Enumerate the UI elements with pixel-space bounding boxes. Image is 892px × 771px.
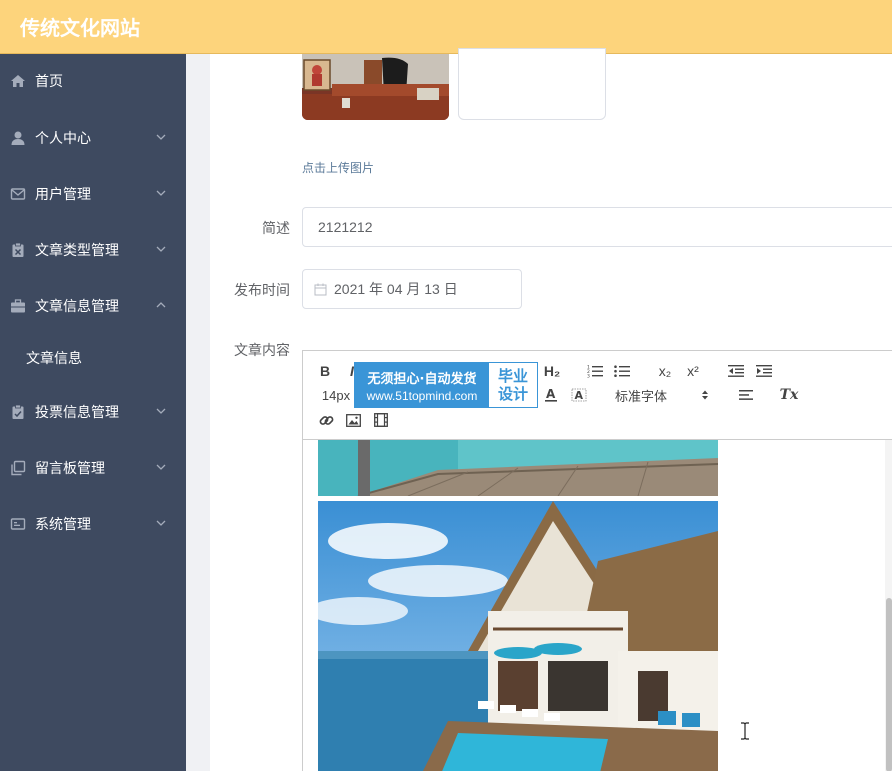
id-card-icon [10,516,26,532]
chevron-down-icon [156,518,166,528]
sidebar-item-message-board-management[interactable]: 留言板管理 [0,448,186,488]
sidebar-item-label: 首页 [35,71,63,91]
clear-format-button[interactable]: Tx [779,386,799,404]
summary-input-value: 2121212 [318,219,373,235]
clipboard-check-icon [10,404,26,420]
subscript-button[interactable]: x₂ [655,362,675,380]
chevron-down-icon [156,132,166,142]
upload-placeholder-box[interactable] [458,48,606,120]
align-icon[interactable] [737,386,755,404]
summary-input[interactable]: 2121212 [302,207,892,247]
content-image-pier [318,440,718,496]
font-color-icon[interactable]: A [543,386,559,404]
select-arrows-icon [701,389,709,401]
sidebar-item-label: 文章信息管理 [35,296,119,316]
sidebar-item-user-management[interactable]: 用户管理 [0,174,186,214]
briefcase-icon [10,298,26,314]
publish-time-date-picker[interactable]: 2021 年 04 月 13 日 [302,269,522,309]
link-icon[interactable] [317,411,335,429]
superscript-button[interactable]: x² [683,362,703,380]
heading-button[interactable]: H₂ [541,362,563,380]
publish-time-value: 2021 年 04 月 13 日 [334,279,458,299]
sidebar-subitem-article-info[interactable]: 文章信息 [0,338,186,378]
top-header: 传统文化网站 [0,0,892,54]
sidebar-item-home[interactable]: 首页 [0,61,186,101]
editor-scrollbar-thumb[interactable] [886,598,892,771]
bold-button[interactable]: B [315,362,335,380]
watermark-line2: www.51topmind.com [367,389,478,403]
watermark-right1: 毕业 [498,367,528,385]
uploaded-image-thumbnail[interactable] [302,54,449,120]
app-title: 传统文化网站 [20,12,140,41]
ordered-list-icon[interactable]: 123 [586,362,604,380]
chevron-up-icon [156,300,166,310]
watermark-line1: 无须担心·自动发货 [368,368,477,387]
watermark-right2: 设计 [498,385,528,403]
watermark-left: 无须担心·自动发货 www.51topmind.com [355,363,489,407]
background-color-icon[interactable]: A [570,386,588,404]
sidebar-item-label: 留言板管理 [35,458,105,478]
sidebar-item-label: 投票信息管理 [35,402,119,422]
chevron-down-icon [156,188,166,198]
chevron-down-icon [156,406,166,416]
text-cursor-icon [740,722,750,740]
content-label: 文章内容 [234,340,290,360]
watermark-badge: 无须担心·自动发货 www.51topmind.com 毕业 设计 [354,362,538,408]
bullet-list-icon[interactable] [613,362,631,380]
content-image-villa [318,501,718,771]
copy-icon [10,460,26,476]
publish-time-label: 发布时间 [234,280,290,300]
clipboard-x-icon [10,242,26,258]
clear-format-label: Tx [780,387,799,403]
editor-content-area[interactable] [303,440,892,771]
svg-text:A: A [575,389,584,402]
sidebar-item-label: 文章类型管理 [35,240,119,260]
chevron-down-icon [156,244,166,254]
sidebar-item-label: 系统管理 [35,514,91,534]
sidebar-item-article-type-management[interactable]: 文章类型管理 [0,230,186,270]
editor-scrollbar[interactable] [885,440,892,771]
svg-text:A: A [546,387,556,401]
calendar-icon [314,283,327,296]
sidebar: 首页 个人中心 用户管理 文章类型管理 文章信息管理 文章信息 [0,54,186,771]
rich-text-editor: B I H₂ 123 x₂ x² 14px A A 标准字体 [302,350,892,771]
sidebar-item-personal-center[interactable]: 个人中心 [0,118,186,158]
home-icon [10,73,26,89]
watermark-right: 毕业 设计 [489,363,537,407]
video-icon[interactable] [372,411,390,429]
sidebar-item-vote-info-management[interactable]: 投票信息管理 [0,392,186,432]
sidebar-item-article-info-management[interactable]: 文章信息管理 [0,286,186,326]
sidebar-item-system-management[interactable]: 系统管理 [0,504,186,544]
font-family-value: 标准字体 [615,386,667,405]
svg-text:3: 3 [587,374,590,379]
sidebar-subitem-label: 文章信息 [26,348,82,368]
chevron-down-icon [156,462,166,472]
user-icon [10,130,26,146]
outdent-icon[interactable] [727,362,745,380]
image-icon[interactable] [344,411,362,429]
indent-icon[interactable] [755,362,773,380]
summary-label: 简述 [262,218,290,238]
font-size-select[interactable]: 14px [320,386,352,404]
upload-image-link[interactable]: 点击上传图片 [302,159,374,176]
font-family-select[interactable]: 标准字体 [615,386,715,404]
sidebar-item-label: 个人中心 [35,128,91,148]
sidebar-item-label: 用户管理 [35,184,91,204]
mail-icon [10,186,26,202]
